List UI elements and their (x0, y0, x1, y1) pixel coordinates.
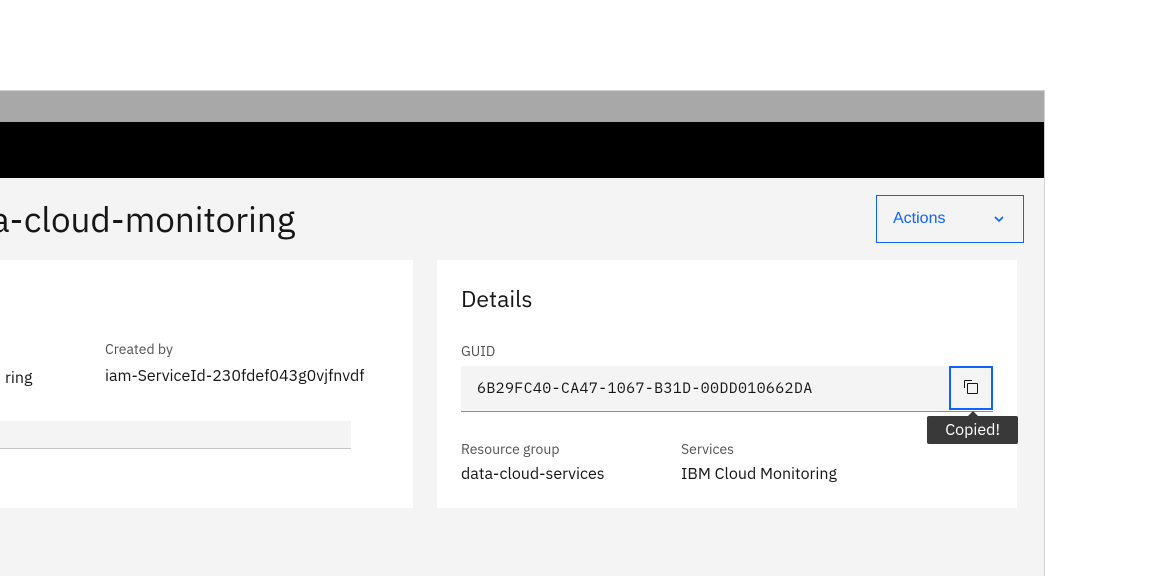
resource-group-label: Resource group (461, 440, 681, 458)
guid-label: GUID (461, 342, 993, 360)
page-content: a-cloud-monitoring Actions ring Created … (0, 178, 1044, 576)
chevron-down-icon (991, 211, 1007, 227)
guid-value: 6B29FC40-CA47-1067-B31D-00DD010662DA (461, 366, 949, 411)
summary-bottom-strip (0, 421, 351, 449)
app-header-bar (0, 122, 1044, 178)
copied-tooltip: Copied! (927, 416, 1018, 444)
services-col: Services IBM Cloud Monitoring (681, 440, 901, 484)
guid-code-row: 6B29FC40-CA47-1067-B31D-00DD010662DA Cop… (461, 366, 993, 412)
copy-button[interactable] (949, 366, 993, 410)
page-header: a-cloud-monitoring Actions (0, 178, 1044, 260)
page-title: a-cloud-monitoring (0, 199, 295, 239)
created-by-value: iam-ServiceId-230fdef043g0vjfnvdf (105, 366, 389, 386)
services-value: IBM Cloud Monitoring (681, 464, 901, 484)
panels-row: ring Created by iam-ServiceId-230fdef043… (0, 260, 1044, 508)
services-label: Services (681, 440, 901, 458)
details-panel: Details GUID 6B29FC40-CA47-1067-B31D-00D… (437, 260, 1017, 508)
details-heading: Details (461, 284, 993, 314)
browser-chrome-bar (0, 91, 1044, 122)
guid-group: GUID 6B29FC40-CA47-1067-B31D-00DD010662D… (461, 342, 993, 412)
summary-panel: ring Created by iam-ServiceId-230fdef043… (0, 260, 413, 508)
app-window: a-cloud-monitoring Actions ring Created … (0, 90, 1045, 576)
created-by-label: Created by (105, 340, 389, 358)
actions-button-label: Actions (893, 210, 945, 228)
copy-icon (963, 379, 979, 398)
summary-name-value: ring (5, 340, 105, 388)
resource-group-value: data-cloud-services (461, 464, 681, 484)
detail-columns: Resource group data-cloud-services Servi… (461, 440, 993, 484)
actions-button[interactable]: Actions (876, 195, 1024, 243)
resource-group-col: Resource group data-cloud-services (461, 440, 681, 484)
